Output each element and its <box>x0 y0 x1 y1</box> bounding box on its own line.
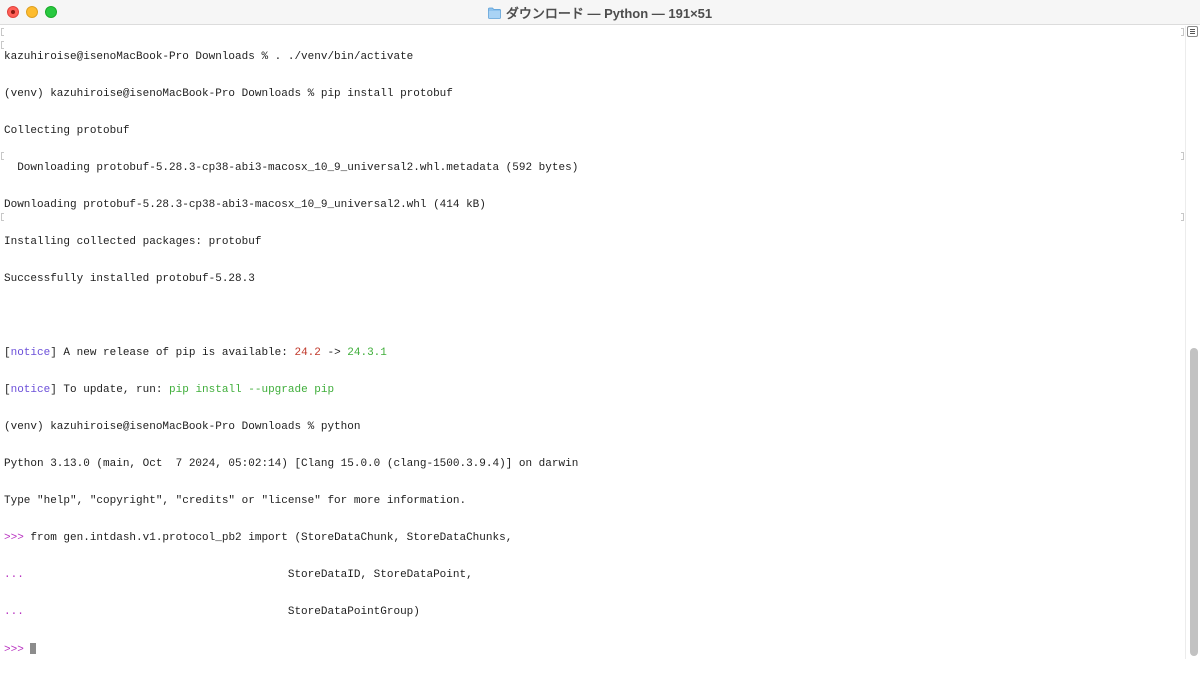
terminal-line: Downloading protobuf-5.28.3-cp38-abi3-ma… <box>4 198 486 211</box>
terminal-window: ダウンロード — Python — 191×51 kazuhiroise@ise… <box>0 0 1200 659</box>
marks-menu-icon[interactable] <box>1187 26 1198 37</box>
python-current-line[interactable]: >>> <box>4 643 1180 657</box>
terminal-line: Installing collected packages: protobuf <box>4 235 262 248</box>
terminal-line: (venv) kazuhiroise@isenoMacBook-Pro Down… <box>4 421 361 433</box>
arrow-text: -> <box>320 346 348 359</box>
notice-text: ] To update, run: <box>50 383 170 396</box>
command-mark <box>1 41 4 49</box>
python-code: from gen.intdash.v1.protocol_pb2 import … <box>23 532 513 545</box>
terminal-line: Collecting protobuf <box>4 124 130 137</box>
pip-notice-line: [notice] A new release of pip is availab… <box>4 347 1180 359</box>
terminal-output[interactable]: kazuhiroise@isenoMacBook-Pro Downloads %… <box>4 26 1180 659</box>
bracket-text: [ <box>4 346 11 359</box>
scrollbar-thumb[interactable] <box>1190 348 1198 656</box>
window-title: ダウンロード — Python — 191×51 <box>505 6 713 21</box>
command-mark <box>1181 213 1184 221</box>
text-cursor <box>30 643 37 655</box>
python-prompt: >>> <box>4 644 24 657</box>
notice-text: ] A new release of pip is available: <box>50 346 295 359</box>
window-title-group: ダウンロード — Python — 191×51 <box>0 0 1200 25</box>
terminal-line: Python 3.13.0 (main, Oct 7 2024, 05:02:1… <box>4 458 579 471</box>
terminal-line: (venv) kazuhiroise@isenoMacBook-Pro Down… <box>4 87 453 100</box>
python-continuation-line: ... StoreDataID, StoreDataPoint, <box>4 569 1180 581</box>
continuation-prompt: ... <box>4 606 24 619</box>
command-mark <box>1 28 4 36</box>
vertical-scrollbar[interactable] <box>1185 26 1200 659</box>
python-input-line: >>> from gen.intdash.v1.protocol_pb2 imp… <box>4 532 1180 544</box>
terminal-line: Type "help", "copyright", "credits" or "… <box>4 495 467 508</box>
notice-label: notice <box>10 346 51 359</box>
python-code: StoreDataPointGroup) <box>23 606 420 619</box>
command-mark <box>1181 152 1184 160</box>
command-mark <box>1181 28 1184 36</box>
python-prompt: >>> <box>4 532 24 545</box>
new-version: 24.3.1 <box>347 346 387 359</box>
pip-update-line: [notice] To update, run: pip install --u… <box>4 384 1180 396</box>
python-continuation-line: ... StoreDataPointGroup) <box>4 606 1180 618</box>
folder-icon <box>487 7 501 19</box>
title-bar[interactable]: ダウンロード — Python — 191×51 <box>0 0 1200 25</box>
notice-label: notice <box>10 383 51 396</box>
terminal-line: kazuhiroise@isenoMacBook-Pro Downloads %… <box>4 50 414 63</box>
command-mark <box>1 152 4 160</box>
command-mark <box>1 213 4 221</box>
bracket-text: [ <box>4 383 11 396</box>
old-version: 24.2 <box>294 346 321 359</box>
update-command: pip install --upgrade pip <box>169 383 335 396</box>
python-code: StoreDataID, StoreDataPoint, <box>23 569 473 582</box>
terminal-line: Downloading protobuf-5.28.3-cp38-abi3-ma… <box>4 161 579 174</box>
continuation-prompt: ... <box>4 569 24 582</box>
terminal-line: Successfully installed protobuf-5.28.3 <box>4 272 255 285</box>
